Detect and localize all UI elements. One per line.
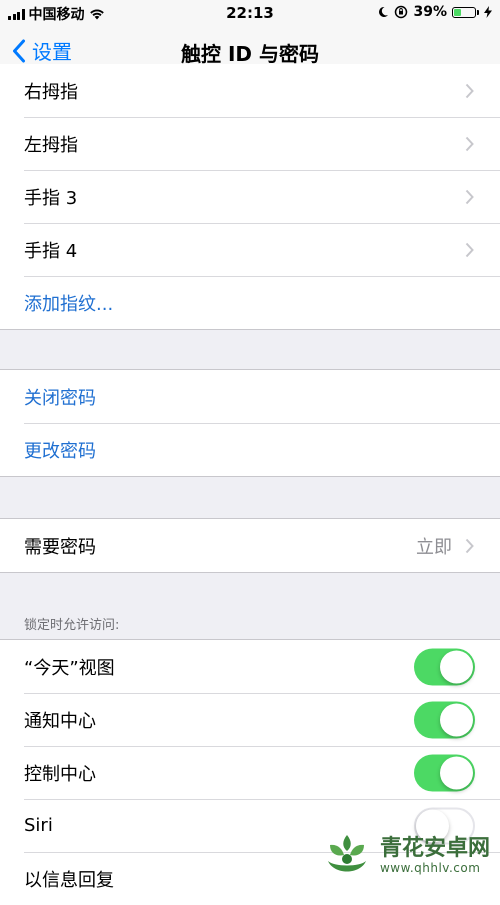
passcode-group: 关闭密码 更改密码 (0, 369, 500, 477)
turn-off-passcode-label: 关闭密码 (24, 387, 96, 409)
status-bar: 中国移动 22:13 39% (0, 0, 500, 26)
watermark-url: www.qhhlv.com (379, 860, 481, 875)
battery-icon (452, 6, 479, 18)
fingerprints-group: 右拇指 左拇指 手指 3 手指 4 添加指纹... (0, 64, 500, 330)
fingerprint-label: 手指 3 (24, 187, 78, 209)
chevron-right-icon (465, 83, 474, 98)
require-passcode-group: 需要密码 立即 (0, 518, 500, 573)
today-view-toggle[interactable] (414, 648, 475, 685)
chevron-right-icon (465, 538, 474, 553)
add-fingerprint-label: 添加指纹... (24, 293, 114, 315)
control-center-label: 控制中心 (24, 763, 96, 785)
turn-off-passcode-button[interactable]: 关闭密码 (0, 370, 500, 423)
siri-label: Siri (24, 815, 53, 836)
watermark-title: 青花安卓网 (379, 836, 490, 862)
page-title: 触控 ID 与密码 (181, 42, 319, 66)
change-passcode-label: 更改密码 (24, 440, 96, 462)
fingerprint-label: 手指 4 (24, 240, 78, 262)
notification-center-row: 通知中心 (0, 693, 500, 746)
moon-icon (379, 6, 389, 17)
notification-center-label: 通知中心 (24, 710, 96, 732)
require-passcode-row[interactable]: 需要密码 立即 (0, 519, 500, 572)
control-center-toggle[interactable] (414, 754, 475, 791)
watermark-logo: 青花安卓网 www.qhhlv.com (320, 831, 490, 881)
fingerprint-item[interactable]: 手指 4 (0, 223, 500, 276)
fingerprint-item[interactable]: 手指 3 (0, 170, 500, 223)
chevron-right-icon (465, 242, 474, 257)
fingerprint-label: 右拇指 (24, 81, 78, 103)
change-passcode-button[interactable]: 更改密码 (0, 423, 500, 476)
notification-center-toggle[interactable] (414, 701, 475, 738)
fingerprint-item[interactable]: 右拇指 (0, 64, 500, 117)
today-view-row: “今天”视图 (0, 640, 500, 693)
fingerprint-item[interactable]: 左拇指 (0, 117, 500, 170)
today-view-label: “今天”视图 (24, 657, 115, 679)
chevron-right-icon (465, 136, 474, 151)
status-right: 39% (377, 4, 492, 20)
watermark-icon (327, 835, 366, 872)
chevron-right-icon (465, 189, 474, 204)
orientation-lock-icon (395, 5, 408, 19)
control-center-row: 控制中心 (0, 746, 500, 799)
charging-bolt-icon (484, 6, 492, 18)
battery-percent: 39% (413, 4, 447, 20)
add-fingerprint-button[interactable]: 添加指纹... (0, 276, 500, 329)
reply-with-message-label: 以信息回复 (24, 869, 114, 891)
require-passcode-value: 立即 (416, 536, 452, 558)
fingerprint-label: 左拇指 (24, 134, 78, 156)
require-passcode-label: 需要密码 (24, 536, 96, 558)
section-header-lock-access: 锁定时允许访问: (24, 618, 120, 633)
